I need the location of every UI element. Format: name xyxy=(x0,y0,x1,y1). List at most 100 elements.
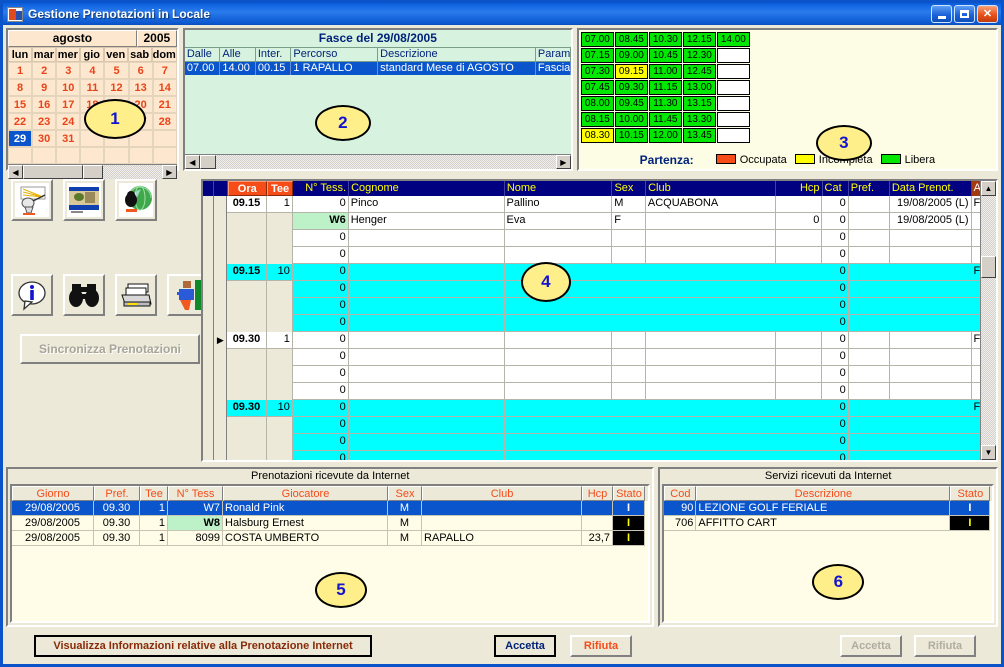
scroll-up-button[interactable]: ▲ xyxy=(981,181,996,196)
slot-cell[interactable]: 09.00 xyxy=(614,48,648,63)
booking-column-header[interactable]: Cognome xyxy=(349,181,505,196)
slot-cell[interactable]: 07.30 xyxy=(580,64,614,79)
slot-cell[interactable]: 09.30 xyxy=(614,80,648,95)
row-marker[interactable]: ▶ xyxy=(214,332,228,349)
fasce-scroll-thumb[interactable] xyxy=(199,155,216,169)
calendar-day[interactable]: 2 xyxy=(32,62,57,79)
list-item[interactable]: 29/08/2005 09.30 1 W8 Halsburg Ernest M I xyxy=(12,516,648,531)
booking-column-header[interactable]: N° Tess. xyxy=(293,181,350,196)
golfer-button[interactable] xyxy=(11,179,53,221)
calendar-day[interactable]: 10 xyxy=(56,79,81,96)
slot-cell[interactable]: 13.00 xyxy=(682,80,716,95)
calendar-day[interactable]: 3 xyxy=(56,62,81,79)
calendar-day[interactable]: 17 xyxy=(56,96,81,113)
calendar-scrollbar[interactable]: ◀ ▶ xyxy=(8,164,177,179)
maximize-button[interactable] xyxy=(954,5,975,23)
bookings-column-header[interactable]: Pref. xyxy=(94,486,140,501)
bookings-column-header[interactable]: Tee xyxy=(140,486,168,501)
calendar-day[interactable]: 7 xyxy=(152,62,177,79)
fasce-scroll-track[interactable] xyxy=(215,155,556,169)
table-row[interactable]: ▶ 09.30 1 0 0 F xyxy=(202,332,996,349)
list-item[interactable]: 29/08/2005 09.30 1 8099 COSTA UMBERTO M RAPALL… xyxy=(12,531,648,546)
table-row[interactable]: 00 xyxy=(202,315,996,332)
booking-column-header[interactable]: Data Prenot. xyxy=(890,181,972,196)
slot-cell[interactable]: 10.45 xyxy=(648,48,682,63)
calendar-day[interactable]: 16 xyxy=(32,96,57,113)
row-marker[interactable] xyxy=(214,451,228,460)
slot-cell[interactable]: 13.45 xyxy=(682,128,716,143)
course-photo-button[interactable] xyxy=(63,179,105,221)
booking-column-header[interactable]: Tee xyxy=(266,181,294,196)
booking-column-header[interactable]: Club xyxy=(646,181,776,196)
calendar-day[interactable]: 8 xyxy=(8,79,33,96)
fasce-scroll-right[interactable]: ▶ xyxy=(555,155,571,169)
row-marker[interactable] xyxy=(214,247,228,264)
table-row[interactable]: 09.30 10 0 0 F xyxy=(202,400,996,417)
slot-cell[interactable]: 07.00 xyxy=(580,32,614,47)
table-row[interactable]: 00 xyxy=(202,230,996,247)
calendar-day[interactable]: 1 xyxy=(8,62,33,79)
services-column-header[interactable]: Cod xyxy=(664,486,697,501)
booking-column-header[interactable]: Hcp xyxy=(776,181,823,196)
slot-cell[interactable]: 14.00 xyxy=(716,32,750,47)
fasce-column-header[interactable]: Inter. xyxy=(255,47,292,62)
show-internet-info-button[interactable]: Visualizza Informazioni relative alla Pr… xyxy=(34,635,372,657)
booking-column-header[interactable]: Ora xyxy=(227,181,267,196)
bookings-column-header[interactable]: N° Tess xyxy=(168,486,223,501)
calendar-scroll-thumb[interactable] xyxy=(23,165,83,179)
row-marker[interactable] xyxy=(214,230,228,247)
calendar-day[interactable]: 15 xyxy=(8,96,33,113)
row-marker[interactable] xyxy=(214,315,228,332)
row-marker[interactable] xyxy=(214,366,228,383)
calendar-scroll-right[interactable]: ▶ xyxy=(161,165,177,179)
sync-button[interactable]: Sincronizza Prenotazioni xyxy=(20,334,200,364)
row-marker[interactable] xyxy=(214,264,228,281)
slot-cell[interactable]: 12.45 xyxy=(682,64,716,79)
bookings-column-header[interactable]: Club xyxy=(422,486,582,501)
calendar-day[interactable]: 11 xyxy=(80,79,105,96)
slot-cell[interactable]: 11.15 xyxy=(648,80,682,95)
fasce-column-header[interactable]: Dalle xyxy=(184,47,221,62)
row-marker[interactable] xyxy=(214,434,228,451)
table-row[interactable]: 00 xyxy=(202,434,996,451)
booking-grid-scrollbar[interactable]: ▲ ▼ xyxy=(980,181,996,460)
table-row[interactable]: W6 Henger Eva F 0 0 19/08/2005 (L) xyxy=(202,213,996,230)
calendar-scroll-thumb2[interactable] xyxy=(83,165,103,179)
fasce-column-header[interactable]: Percorso xyxy=(291,47,379,62)
booking-column-header[interactable]: Nome xyxy=(505,181,613,196)
bookings-column-header[interactable]: Giorno xyxy=(12,486,94,501)
slot-cell[interactable]: 08.00 xyxy=(580,96,614,111)
table-row[interactable]: 00 xyxy=(202,298,996,315)
minimize-button[interactable] xyxy=(931,5,952,23)
row-marker[interactable] xyxy=(214,213,228,230)
calendar-day[interactable]: 29 xyxy=(8,130,33,147)
fasce-column-header[interactable]: Param xyxy=(535,47,571,62)
calendar-day[interactable]: 28 xyxy=(152,113,177,130)
row-marker[interactable] xyxy=(214,196,228,213)
slot-cell[interactable]: 11.45 xyxy=(648,112,682,127)
row-marker[interactable] xyxy=(214,417,228,434)
info-button[interactable] xyxy=(11,274,53,316)
slot-cell[interactable]: 11.00 xyxy=(648,64,682,79)
bookings-column-header[interactable]: Giocatore xyxy=(223,486,388,501)
table-row[interactable]: 00 xyxy=(202,349,996,366)
table-row[interactable]: 09.15 10 0 0 F xyxy=(202,264,996,281)
table-row[interactable]: 00 xyxy=(202,417,996,434)
calendar-day[interactable]: 13 xyxy=(128,79,153,96)
calendar-day[interactable]: 4 xyxy=(80,62,105,79)
row-marker[interactable] xyxy=(214,298,228,315)
calendar-day[interactable]: 31 xyxy=(56,130,81,147)
slot-cell[interactable]: 11.30 xyxy=(648,96,682,111)
list-item[interactable]: 706 AFFITTO CART I xyxy=(664,516,992,531)
slot-cell[interactable]: 09.15 xyxy=(614,64,648,79)
calendar-year[interactable]: 2005 xyxy=(136,30,177,47)
scroll-thumb[interactable] xyxy=(981,256,996,278)
slot-cell[interactable]: 07.45 xyxy=(580,80,614,95)
table-row[interactable]: 00 xyxy=(202,451,996,460)
calendar-day[interactable]: 21 xyxy=(152,96,177,113)
row-marker[interactable] xyxy=(214,400,228,417)
fasce-row[interactable]: 07.00 14.00 00.15 1 RAPALLO standard Mese di… xyxy=(184,62,571,75)
bookings-column-header[interactable]: Sex xyxy=(388,486,422,501)
slot-cell[interactable]: 12.15 xyxy=(682,32,716,47)
fasce-scrollbar[interactable]: ◀ ▶ xyxy=(184,154,571,169)
